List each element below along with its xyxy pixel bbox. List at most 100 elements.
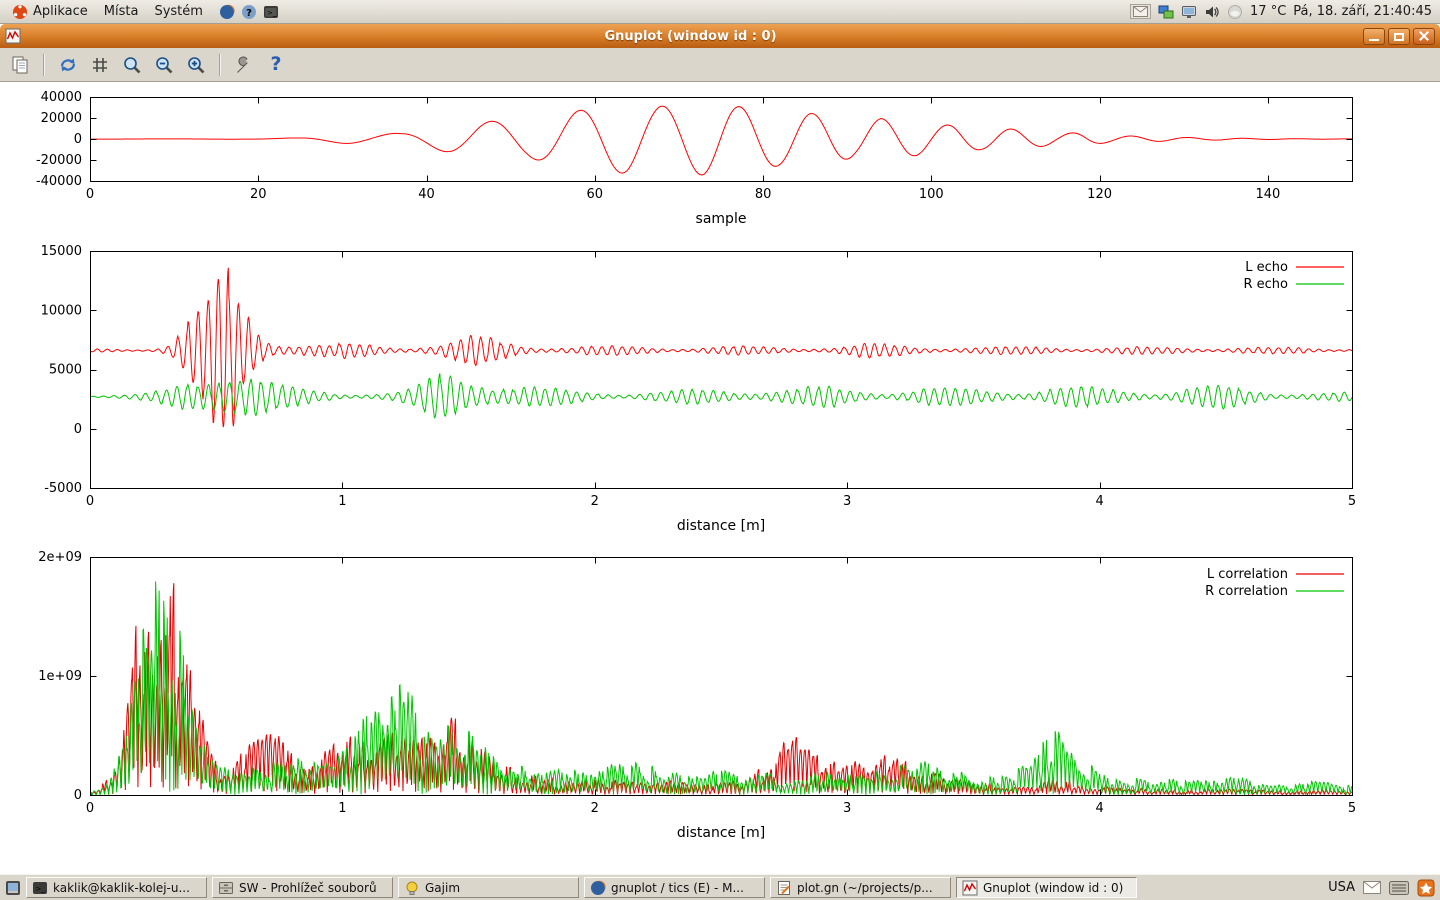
show-desktop-icon[interactable]	[5, 880, 21, 896]
menu-applications-label: Aplikace	[33, 4, 88, 19]
firefox-icon[interactable]	[219, 4, 235, 20]
terminal-icon[interactable]: >_	[263, 4, 279, 20]
x-tick-label: 4	[1095, 494, 1103, 509]
grid-button[interactable]	[86, 51, 114, 79]
window-titlebar[interactable]: Gnuplot (window id : 0)	[0, 24, 1440, 48]
window-gnuplot-icon	[5, 28, 21, 44]
taskbar-item-label: SW - Prohlížeč souborů	[239, 881, 377, 895]
menu-system-label: Systém	[154, 4, 202, 19]
y-tick-label: -20000	[36, 153, 82, 168]
legend-label: L correlation	[1207, 567, 1288, 582]
update-notifier-icon[interactable]	[1417, 879, 1435, 897]
x-tick-label: 5	[1348, 801, 1356, 816]
terminal-icon: >_	[32, 880, 48, 896]
series-L-echo	[90, 268, 1352, 427]
y-tick-label: 0	[74, 132, 82, 147]
taskbar-item-label: plot.gn (~/projects/p...	[797, 881, 933, 895]
taskbar-item-terminal[interactable]: >_ kaklik@kaklik-kolej-u...	[26, 877, 207, 898]
x-tick-label: 5	[1348, 494, 1356, 509]
magnifier-minus-icon	[154, 55, 174, 75]
replot-button[interactable]	[54, 51, 82, 79]
copy-icon	[10, 55, 30, 75]
file-manager-icon	[218, 880, 234, 896]
text-editor-icon	[776, 880, 792, 896]
taskbar-item-label: kaklik@kaklik-kolej-u...	[53, 881, 190, 895]
mail-notification-icon[interactable]	[1363, 881, 1381, 894]
help-icon[interactable]: ?	[241, 4, 257, 20]
x-tick-label: 3	[843, 494, 851, 509]
keyboard-icon[interactable]	[1389, 881, 1409, 895]
x-tick-label: 0	[86, 494, 94, 509]
weather-icon[interactable]	[1227, 4, 1243, 20]
taskbar-item-label: gnuplot / tics (E) - M...	[611, 881, 744, 895]
axes	[91, 98, 1353, 182]
taskbar-item-gajim[interactable]: Gajim	[398, 877, 579, 898]
series-R-correlation	[90, 581, 1352, 794]
close-button[interactable]	[1413, 28, 1435, 45]
plot-canvas-1[interactable]: 020406080100120140-40000-200000200004000…	[0, 82, 1440, 234]
series-group	[90, 581, 1352, 794]
menu-system[interactable]: Systém	[146, 2, 210, 21]
toolbar-separator	[43, 54, 45, 76]
copy-button[interactable]	[6, 51, 34, 79]
x-tick-label: 0	[86, 801, 94, 816]
svg-text:>_: >_	[267, 9, 277, 17]
zoom-previous-button[interactable]	[118, 51, 146, 79]
y-tick-label: 0	[74, 422, 82, 437]
keyboard-layout-indicator[interactable]: USA	[1328, 880, 1355, 895]
x-tick-label: 4	[1095, 801, 1103, 816]
x-tick-label: 2	[591, 801, 599, 816]
minimize-icon	[1369, 39, 1379, 41]
taskbar-item-firefox[interactable]: gnuplot / tics (E) - M...	[584, 877, 765, 898]
x-tick-label: 3	[843, 801, 851, 816]
plot-canvas-2[interactable]: 012345-5000050001000015000distance [m]L …	[0, 234, 1440, 547]
menu-applications[interactable]: Aplikace	[4, 2, 96, 22]
question-icon: ?	[270, 55, 281, 74]
refresh-icon	[58, 55, 78, 75]
y-tick-label: 1e+09	[38, 669, 82, 684]
minimize-button[interactable]	[1363, 28, 1385, 45]
volume-icon[interactable]	[1204, 4, 1220, 20]
maximize-button[interactable]	[1388, 28, 1410, 45]
x-tick-label: 100	[919, 187, 944, 202]
y-tick-label: 0	[74, 788, 82, 803]
x-tick-label: 40	[418, 187, 435, 202]
y-tick-label: 10000	[41, 303, 82, 318]
network-icon[interactable]	[1158, 4, 1174, 20]
svg-text:>_: >_	[36, 885, 46, 893]
axis-labels: 01234501e+092e+09distance [m]	[38, 550, 1356, 841]
x-axis-title: sample	[696, 211, 747, 227]
taskbar-item-file-browser[interactable]: SW - Prohlížeč souborů	[212, 877, 393, 898]
x-axis-title: distance [m]	[677, 518, 765, 534]
gnuplot-toolbar: ?	[0, 48, 1440, 82]
gnome-taskbar: >_ kaklik@kaklik-kolej-u... SW - Prohlíž…	[0, 874, 1440, 900]
maximize-icon	[1394, 33, 1404, 41]
help-button[interactable]: ?	[262, 51, 290, 79]
grid-icon	[90, 55, 110, 75]
legend-label: R correlation	[1205, 584, 1288, 599]
x-tick-label: 80	[755, 187, 772, 202]
ubuntu-logo-icon	[12, 4, 28, 20]
mail-icon[interactable]	[1130, 4, 1151, 19]
x-tick-label: 60	[587, 187, 604, 202]
taskbar-item-label: Gnuplot (window id : 0)	[983, 881, 1123, 895]
zoom-in-button[interactable]	[182, 51, 210, 79]
series-R-echo	[90, 373, 1352, 417]
plot-canvas-3[interactable]: 01234501e+092e+09distance [m]L correlati…	[0, 547, 1440, 874]
magnifier-plus-icon	[186, 55, 206, 75]
menu-places[interactable]: Místa	[96, 2, 147, 21]
x-tick-label: 1	[338, 494, 346, 509]
settings-button[interactable]	[230, 51, 258, 79]
window-title: Gnuplot (window id : 0)	[21, 29, 1360, 44]
y-tick-label: 40000	[41, 90, 82, 105]
toolbar-separator	[219, 54, 221, 76]
temperature-readout[interactable]: 17 °C	[1250, 4, 1286, 19]
menu-places-label: Místa	[104, 4, 139, 19]
x-tick-label: 140	[1255, 187, 1280, 202]
taskbar-item-editor[interactable]: plot.gn (~/projects/p...	[770, 877, 951, 898]
display-icon[interactable]	[1181, 4, 1197, 20]
zoom-out-button[interactable]	[150, 51, 178, 79]
clock-applet[interactable]: Pá, 18. září, 21:40:45	[1293, 4, 1432, 19]
series-group	[90, 268, 1352, 427]
taskbar-item-gnuplot[interactable]: Gnuplot (window id : 0)	[956, 877, 1137, 898]
